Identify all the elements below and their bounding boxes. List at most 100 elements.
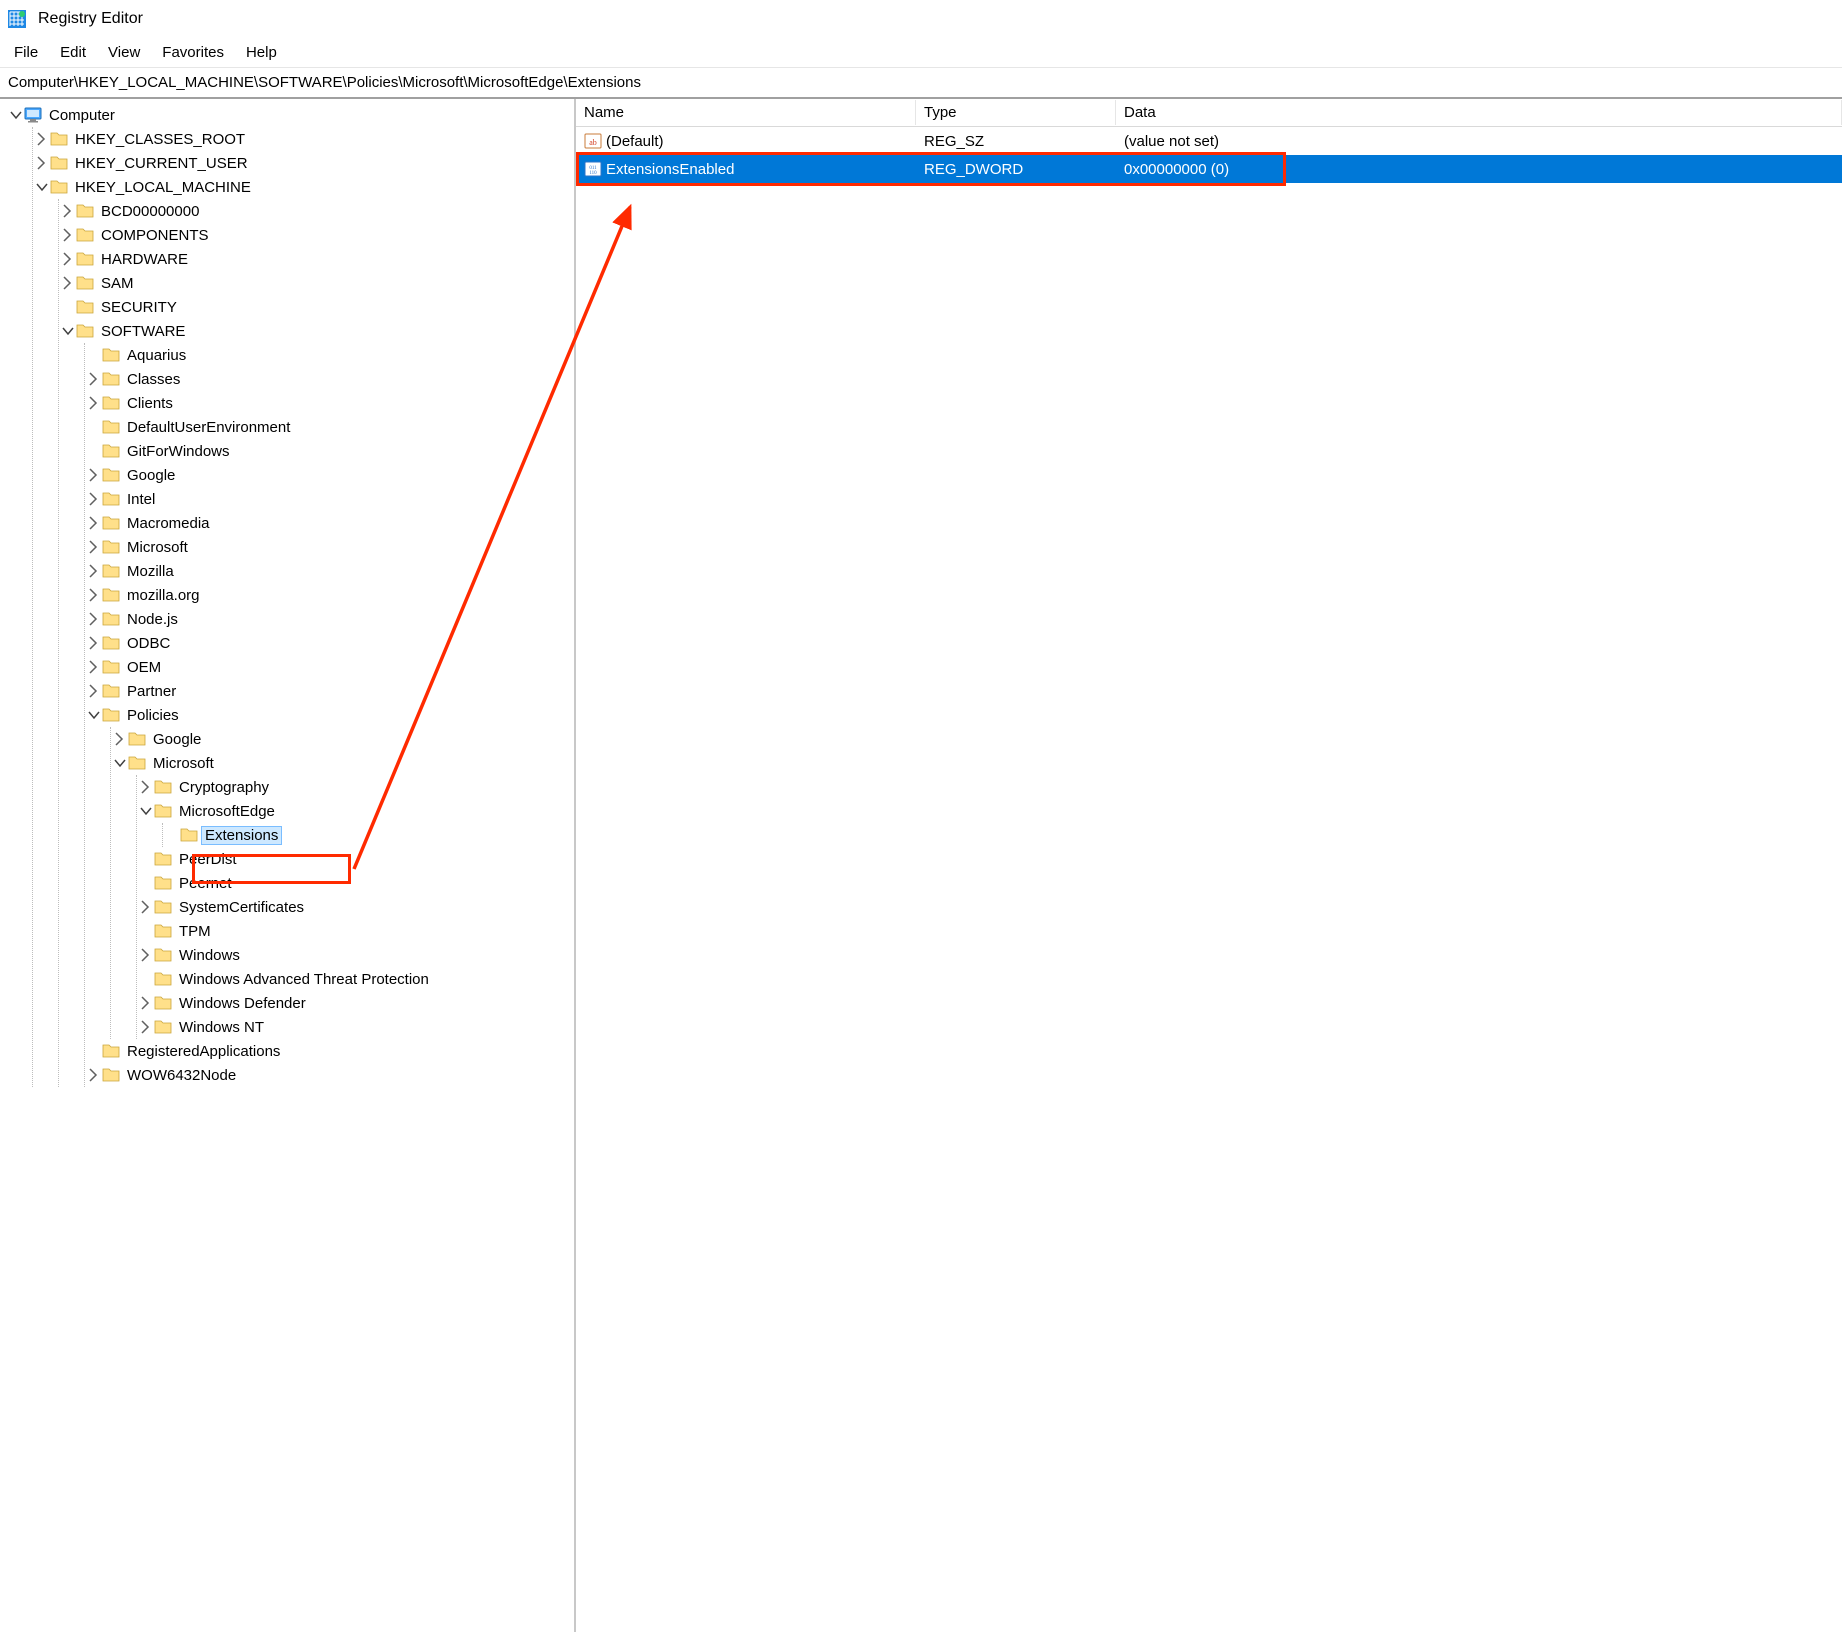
tree-row-hkcr[interactable]: HKEY_CLASSES_ROOT [34,127,572,151]
tree-row-hkcu[interactable]: HKEY_CURRENT_USER [34,151,572,175]
tree-row-cryptography[interactable]: Cryptography [138,775,572,799]
menu-help[interactable]: Help [236,40,287,65]
tree-row-sam[interactable]: SAM [60,271,572,295]
tree-row-intel[interactable]: Intel [86,487,572,511]
chevron-down-icon[interactable] [8,107,24,123]
folder-icon [154,898,172,916]
tree-row-hklm[interactable]: HKEY_LOCAL_MACHINE [34,175,572,199]
folder-icon [154,874,172,892]
column-header-data[interactable]: Data [1116,100,1842,125]
chevron-right-icon[interactable] [86,539,102,555]
chevron-right-icon[interactable] [138,779,154,795]
tree-row-peerdist[interactable]: PeerDist [138,847,572,871]
tree-label: HKEY_CURRENT_USER [72,155,251,172]
tree-row-microsoft[interactable]: Microsoft [86,535,572,559]
chevron-right-icon[interactable] [138,995,154,1011]
chevron-right-icon[interactable] [138,1019,154,1035]
tree-row-windows[interactable]: Windows [138,943,572,967]
tree-row-wow6432node[interactable]: WOW6432Node [86,1063,572,1087]
tree-row-policies-google[interactable]: Google [112,727,572,751]
chevron-right-icon[interactable] [86,683,102,699]
tree-label: SECURITY [98,299,180,316]
chevron-right-icon[interactable] [34,131,50,147]
folder-icon [102,562,120,580]
tree-row-defaultuserenvironment[interactable]: DefaultUserEnvironment [86,415,572,439]
tree-row-oem[interactable]: OEM [86,655,572,679]
menubar: File Edit View Favorites Help [0,38,1842,68]
tree-row-watp[interactable]: Windows Advanced Threat Protection [138,967,572,991]
chevron-right-icon[interactable] [86,635,102,651]
tree-row-windowsdefender[interactable]: Windows Defender [138,991,572,1015]
tree-row-classes[interactable]: Classes [86,367,572,391]
chevron-right-icon[interactable] [86,563,102,579]
tree-row-policies-microsoft[interactable]: Microsoft [112,751,572,775]
tree-row-windowsnt[interactable]: Windows NT [138,1015,572,1039]
tree-row-security[interactable]: SECURITY [60,295,572,319]
chevron-right-icon[interactable] [60,227,76,243]
tree-row-microsoftedge[interactable]: MicrosoftEdge [138,799,572,823]
tree-row-software[interactable]: SOFTWARE [60,319,572,343]
chevron-right-icon[interactable] [86,491,102,507]
chevron-right-icon[interactable] [60,251,76,267]
string-value-icon [584,132,602,150]
folder-icon [50,154,68,172]
tree-row-mozilla[interactable]: Mozilla [86,559,572,583]
tree-row-peernet[interactable]: Peernet [138,871,572,895]
details-pane[interactable]: Name Type Data (Default) REG_SZ (value n… [576,99,1842,1632]
tree-row-registeredapplications[interactable]: RegisteredApplications [86,1039,572,1063]
chevron-right-icon[interactable] [60,275,76,291]
chevron-right-icon[interactable] [86,659,102,675]
menu-edit[interactable]: Edit [50,40,96,65]
chevron-right-icon[interactable] [86,467,102,483]
tree-row-gitforwindows[interactable]: GitForWindows [86,439,572,463]
tree-row-nodejs[interactable]: Node.js [86,607,572,631]
menu-favorites[interactable]: Favorites [152,40,234,65]
chevron-right-icon[interactable] [34,155,50,171]
chevron-right-icon[interactable] [86,611,102,627]
tree-row-clients[interactable]: Clients [86,391,572,415]
tree-row-aquarius[interactable]: Aquarius [86,343,572,367]
chevron-right-icon[interactable] [86,515,102,531]
tree-row-components[interactable]: COMPONENTS [60,223,572,247]
chevron-right-icon[interactable] [112,731,128,747]
chevron-down-icon[interactable] [34,179,50,195]
tree-row-partner[interactable]: Partner [86,679,572,703]
chevron-right-icon[interactable] [60,203,76,219]
chevron-right-icon[interactable] [86,587,102,603]
chevron-down-icon[interactable] [60,323,76,339]
tree-row-extensions[interactable]: Extensions [164,823,572,847]
folder-icon [102,346,120,364]
folder-icon [154,922,172,940]
tree-label: GitForWindows [124,443,233,460]
tree-row-systemcertificates[interactable]: SystemCertificates [138,895,572,919]
value-row-extensionsenabled[interactable]: ExtensionsEnabled REG_DWORD 0x00000000 (… [576,155,1842,183]
tree-row-tpm[interactable]: TPM [138,919,572,943]
menu-view[interactable]: View [98,40,150,65]
tree-row-bcd[interactable]: BCD00000000 [60,199,572,223]
column-header-type[interactable]: Type [916,100,1116,125]
tree-row-google[interactable]: Google [86,463,572,487]
tree-row-computer[interactable]: Computer [8,103,572,127]
tree-row-odbc[interactable]: ODBC [86,631,572,655]
address-bar[interactable]: Computer\HKEY_LOCAL_MACHINE\SOFTWARE\Pol… [0,68,1842,99]
tree-pane[interactable]: Computer HKEY_CLASSES_ROOT [0,99,576,1632]
chevron-right-icon[interactable] [86,371,102,387]
folder-icon [154,802,172,820]
chevron-right-icon[interactable] [138,899,154,915]
tree-row-hardware[interactable]: HARDWARE [60,247,572,271]
chevron-right-icon[interactable] [138,947,154,963]
chevron-down-icon[interactable] [112,755,128,771]
column-header-name[interactable]: Name [576,100,916,125]
tree-row-mozillaorg[interactable]: mozilla.org [86,583,572,607]
chevron-down-icon[interactable] [138,803,154,819]
menu-file[interactable]: File [4,40,48,65]
tree-label: MicrosoftEdge [176,803,278,820]
folder-icon [154,970,172,988]
value-row-default[interactable]: (Default) REG_SZ (value not set) [576,127,1842,155]
chevron-right-icon[interactable] [86,1067,102,1083]
tree-row-policies[interactable]: Policies [86,703,572,727]
chevron-down-icon[interactable] [86,707,102,723]
tree-row-macromedia[interactable]: Macromedia [86,511,572,535]
chevron-right-icon[interactable] [86,395,102,411]
tree-label: Intel [124,491,158,508]
